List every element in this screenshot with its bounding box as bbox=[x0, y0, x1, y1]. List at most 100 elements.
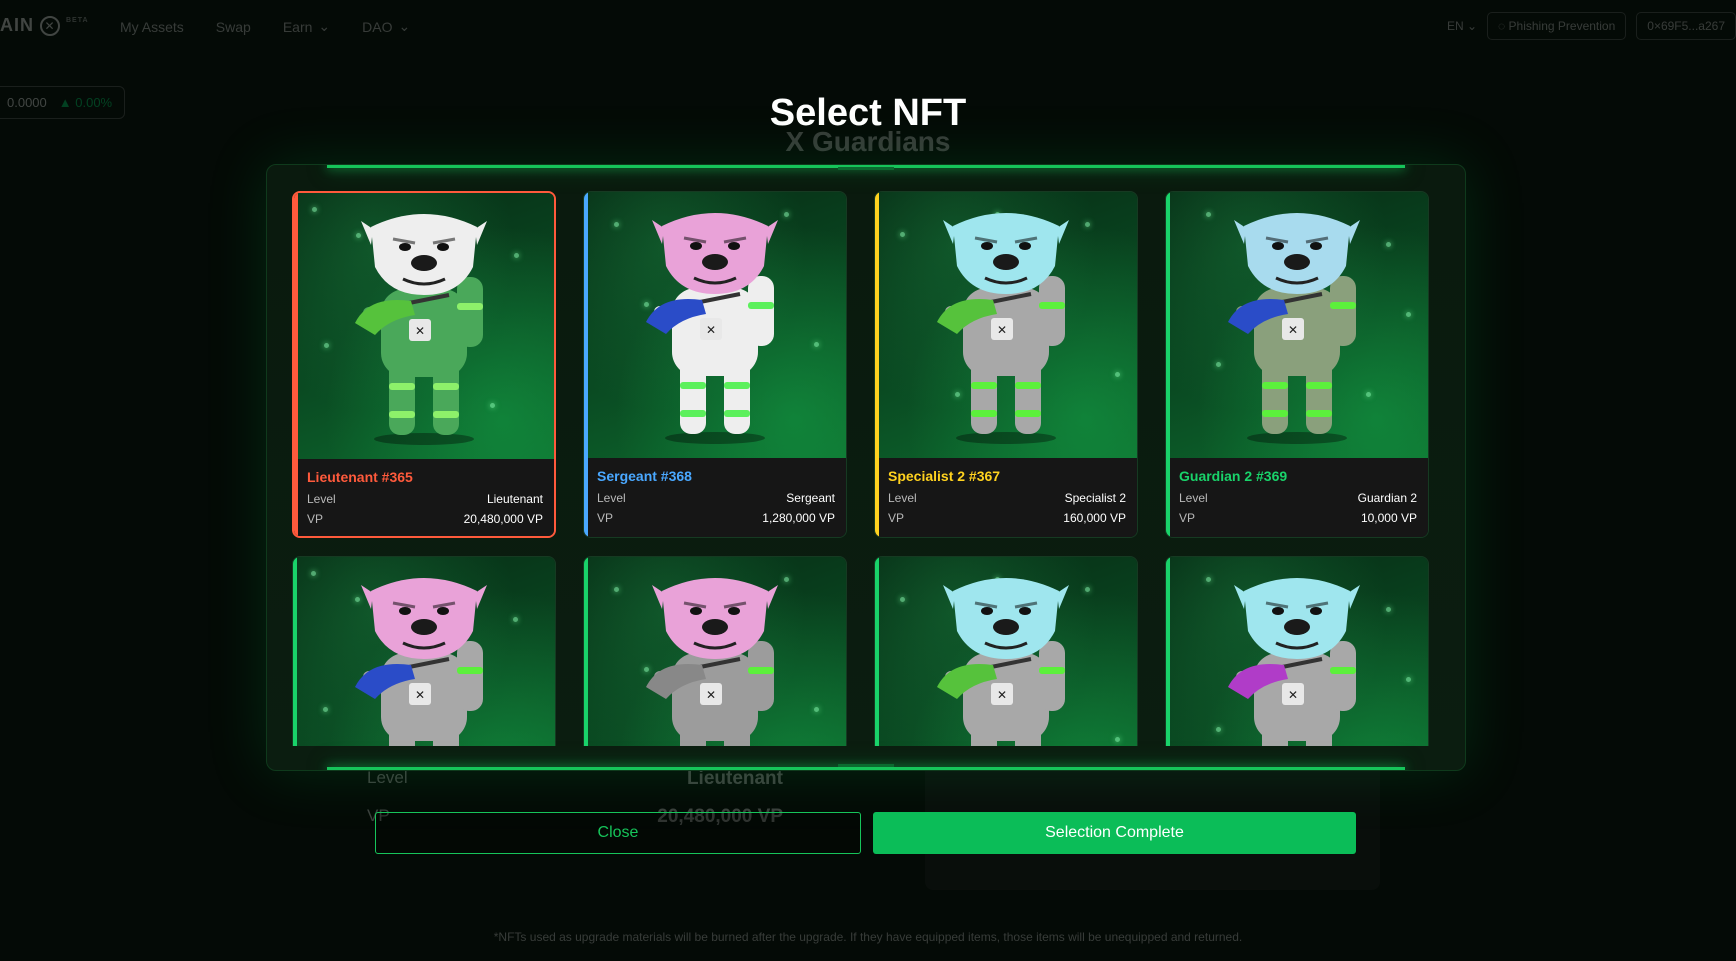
wallet-address-button[interactable]: 0×69F5...a267 bbox=[1636, 12, 1736, 40]
nav-item-swap[interactable]: Swap bbox=[216, 18, 251, 35]
modal-title: Select NFT bbox=[769, 92, 967, 134]
nft-info: Specialist 2 #367 Level Specialist 2 VP … bbox=[875, 458, 1137, 537]
language-selector[interactable]: EN ⌄ bbox=[1447, 19, 1477, 33]
bulldog-guardian-icon: ✕ bbox=[646, 578, 778, 746]
nav-label: Swap bbox=[215, 18, 251, 35]
sparkle-icon bbox=[1216, 727, 1221, 732]
sparkle-icon bbox=[1406, 312, 1411, 317]
nft-image: ✕ bbox=[1166, 557, 1428, 746]
sparkle-icon bbox=[814, 707, 819, 712]
close-button[interactable]: Close bbox=[375, 812, 861, 854]
level-label: Level bbox=[307, 492, 336, 506]
detail-level-label: Level bbox=[367, 768, 408, 787]
nft-card[interactable]: ✕ bbox=[1165, 556, 1429, 746]
phishing-prevention-button[interactable]: ◌ Phishing Prevention bbox=[1487, 12, 1627, 40]
nav-item-my-assets[interactable]: My Assets bbox=[120, 18, 184, 35]
nft-grid[interactable]: ✕ Lieutenant #365 Level Lieutenant VP 20… bbox=[292, 191, 1434, 746]
rarity-accent-bar bbox=[1166, 557, 1170, 746]
level-label: Level bbox=[597, 491, 626, 505]
beta-tag: BETA bbox=[66, 17, 89, 24]
rarity-accent-bar bbox=[875, 557, 879, 746]
nav-item-earn[interactable]: Earn ⌄ bbox=[283, 18, 330, 35]
nft-card[interactable]: ✕ bbox=[874, 556, 1138, 746]
sparkle-icon bbox=[614, 222, 619, 227]
rarity-accent-bar bbox=[584, 557, 588, 746]
brand-text: AIN bbox=[0, 15, 34, 35]
sparkle-icon bbox=[1085, 222, 1090, 227]
rarity-accent-bar bbox=[875, 192, 879, 537]
nft-card[interactable]: ✕ Lieutenant #365 Level Lieutenant VP 20… bbox=[292, 191, 556, 538]
vp-value: 160,000 VP bbox=[1063, 511, 1126, 525]
nft-vp-row: VP 20,480,000 VP bbox=[307, 512, 543, 526]
sparkle-icon bbox=[1206, 577, 1211, 582]
vp-label: VP bbox=[597, 511, 614, 525]
detail-level-value: Lieutenant bbox=[686, 768, 783, 789]
sparkle-icon bbox=[311, 571, 316, 576]
sparkle-icon bbox=[1216, 362, 1221, 367]
sparkle-icon bbox=[323, 707, 328, 712]
svg-text:✕: ✕ bbox=[1288, 688, 1298, 702]
svg-text:✕: ✕ bbox=[706, 688, 716, 702]
sparkle-icon bbox=[1386, 242, 1391, 247]
sparkle-icon bbox=[1206, 212, 1211, 217]
nft-info: Sergeant #368 Level Sergeant VP 1,280,00… bbox=[584, 458, 846, 537]
nft-image: ✕ bbox=[1166, 192, 1428, 458]
nft-card[interactable]: ✕ Sergeant #368 Level Sergeant VP 1,280,… bbox=[583, 191, 847, 538]
nft-info: Guardian 2 #369 Level Guardian 2 VP 10,0… bbox=[1166, 458, 1428, 537]
chevron-down-icon: ⌄ bbox=[1466, 19, 1478, 33]
sparkle-icon bbox=[900, 597, 905, 602]
bulldog-guardian-icon: ✕ bbox=[937, 578, 1069, 746]
burn-footnote: *NFTs used as upgrade materials will be … bbox=[493, 930, 1243, 944]
rarity-accent-bar bbox=[293, 557, 297, 746]
sparkle-icon bbox=[1085, 587, 1090, 592]
vp-value: 10,000 VP bbox=[1360, 511, 1417, 525]
svg-text:✕: ✕ bbox=[997, 323, 1007, 337]
sparkle-icon bbox=[514, 253, 519, 258]
level-value: Specialist 2 bbox=[1064, 491, 1126, 505]
svg-text:✕: ✕ bbox=[706, 323, 716, 337]
chevron-down-icon: ⌄ bbox=[398, 18, 411, 34]
selection-complete-button[interactable]: Selection Complete bbox=[873, 812, 1356, 854]
nft-image: ✕ bbox=[584, 192, 846, 458]
nft-name: Specialist 2 #367 bbox=[888, 468, 1001, 484]
vp-value: 20,480,000 VP bbox=[463, 512, 543, 526]
nft-name: Guardian 2 #369 bbox=[1179, 468, 1288, 484]
svg-text:✕: ✕ bbox=[415, 324, 425, 338]
vp-label: VP bbox=[888, 511, 905, 525]
sparkle-icon bbox=[1406, 677, 1411, 682]
chevron-down-icon: ⌄ bbox=[318, 18, 331, 34]
svg-text:✕: ✕ bbox=[997, 688, 1007, 702]
nft-select-modal: ✕ Lieutenant #365 Level Lieutenant VP 20… bbox=[266, 164, 1466, 771]
bulldog-guardian-icon: ✕ bbox=[646, 213, 778, 444]
top-navigation-bar: AIN ✕ BETA My Assets Swap Earn ⌄ DAO ⌄ EN … bbox=[0, 0, 1736, 52]
shield-icon: ◌ bbox=[1498, 19, 1506, 33]
nft-card[interactable]: ✕ Specialist 2 #367 Level Specialist 2 V… bbox=[874, 191, 1138, 538]
nft-vp-row: VP 160,000 VP bbox=[888, 511, 1126, 525]
nft-level-row: Level Sergeant bbox=[597, 491, 835, 505]
nft-level-row: Level Guardian 2 bbox=[1179, 491, 1417, 505]
nft-level-row: Level Lieutenant bbox=[307, 492, 543, 506]
nft-info: Lieutenant #365 Level Lieutenant VP 20,4… bbox=[294, 459, 554, 536]
nft-card[interactable]: ✕ Guardian 2 #369 Level Guardian 2 VP 10… bbox=[1165, 191, 1429, 538]
header-actions: EN ⌄ ◌ Phishing Prevention 0×69F5...a267 bbox=[1447, 12, 1736, 40]
sparkle-icon bbox=[614, 587, 619, 592]
main-nav: My Assets Swap Earn ⌄ DAO ⌄ bbox=[120, 18, 410, 35]
vp-label: VP bbox=[307, 512, 324, 526]
nav-item-dao[interactable]: DAO ⌄ bbox=[362, 18, 410, 35]
phishing-prevention-label: Phishing Prevention bbox=[1508, 19, 1616, 33]
nft-level-row: Level Specialist 2 bbox=[888, 491, 1126, 505]
rarity-accent-bar bbox=[294, 193, 298, 536]
level-label: Level bbox=[888, 491, 917, 505]
nav-label: Earn bbox=[282, 18, 313, 35]
sparkle-icon bbox=[312, 207, 317, 212]
nav-label: My Assets bbox=[120, 18, 184, 35]
glow-divider-bottom bbox=[327, 764, 1405, 770]
nft-card[interactable]: ✕ bbox=[292, 556, 556, 746]
bulldog-guardian-icon: ✕ bbox=[937, 213, 1069, 444]
nft-card[interactable]: ✕ bbox=[583, 556, 847, 746]
bulldog-guardian-icon: ✕ bbox=[355, 214, 487, 445]
nft-image: ✕ bbox=[294, 193, 554, 459]
bulldog-guardian-icon: ✕ bbox=[1228, 578, 1360, 746]
nft-name: Sergeant #368 bbox=[597, 468, 692, 484]
sparkle-icon bbox=[814, 342, 819, 347]
